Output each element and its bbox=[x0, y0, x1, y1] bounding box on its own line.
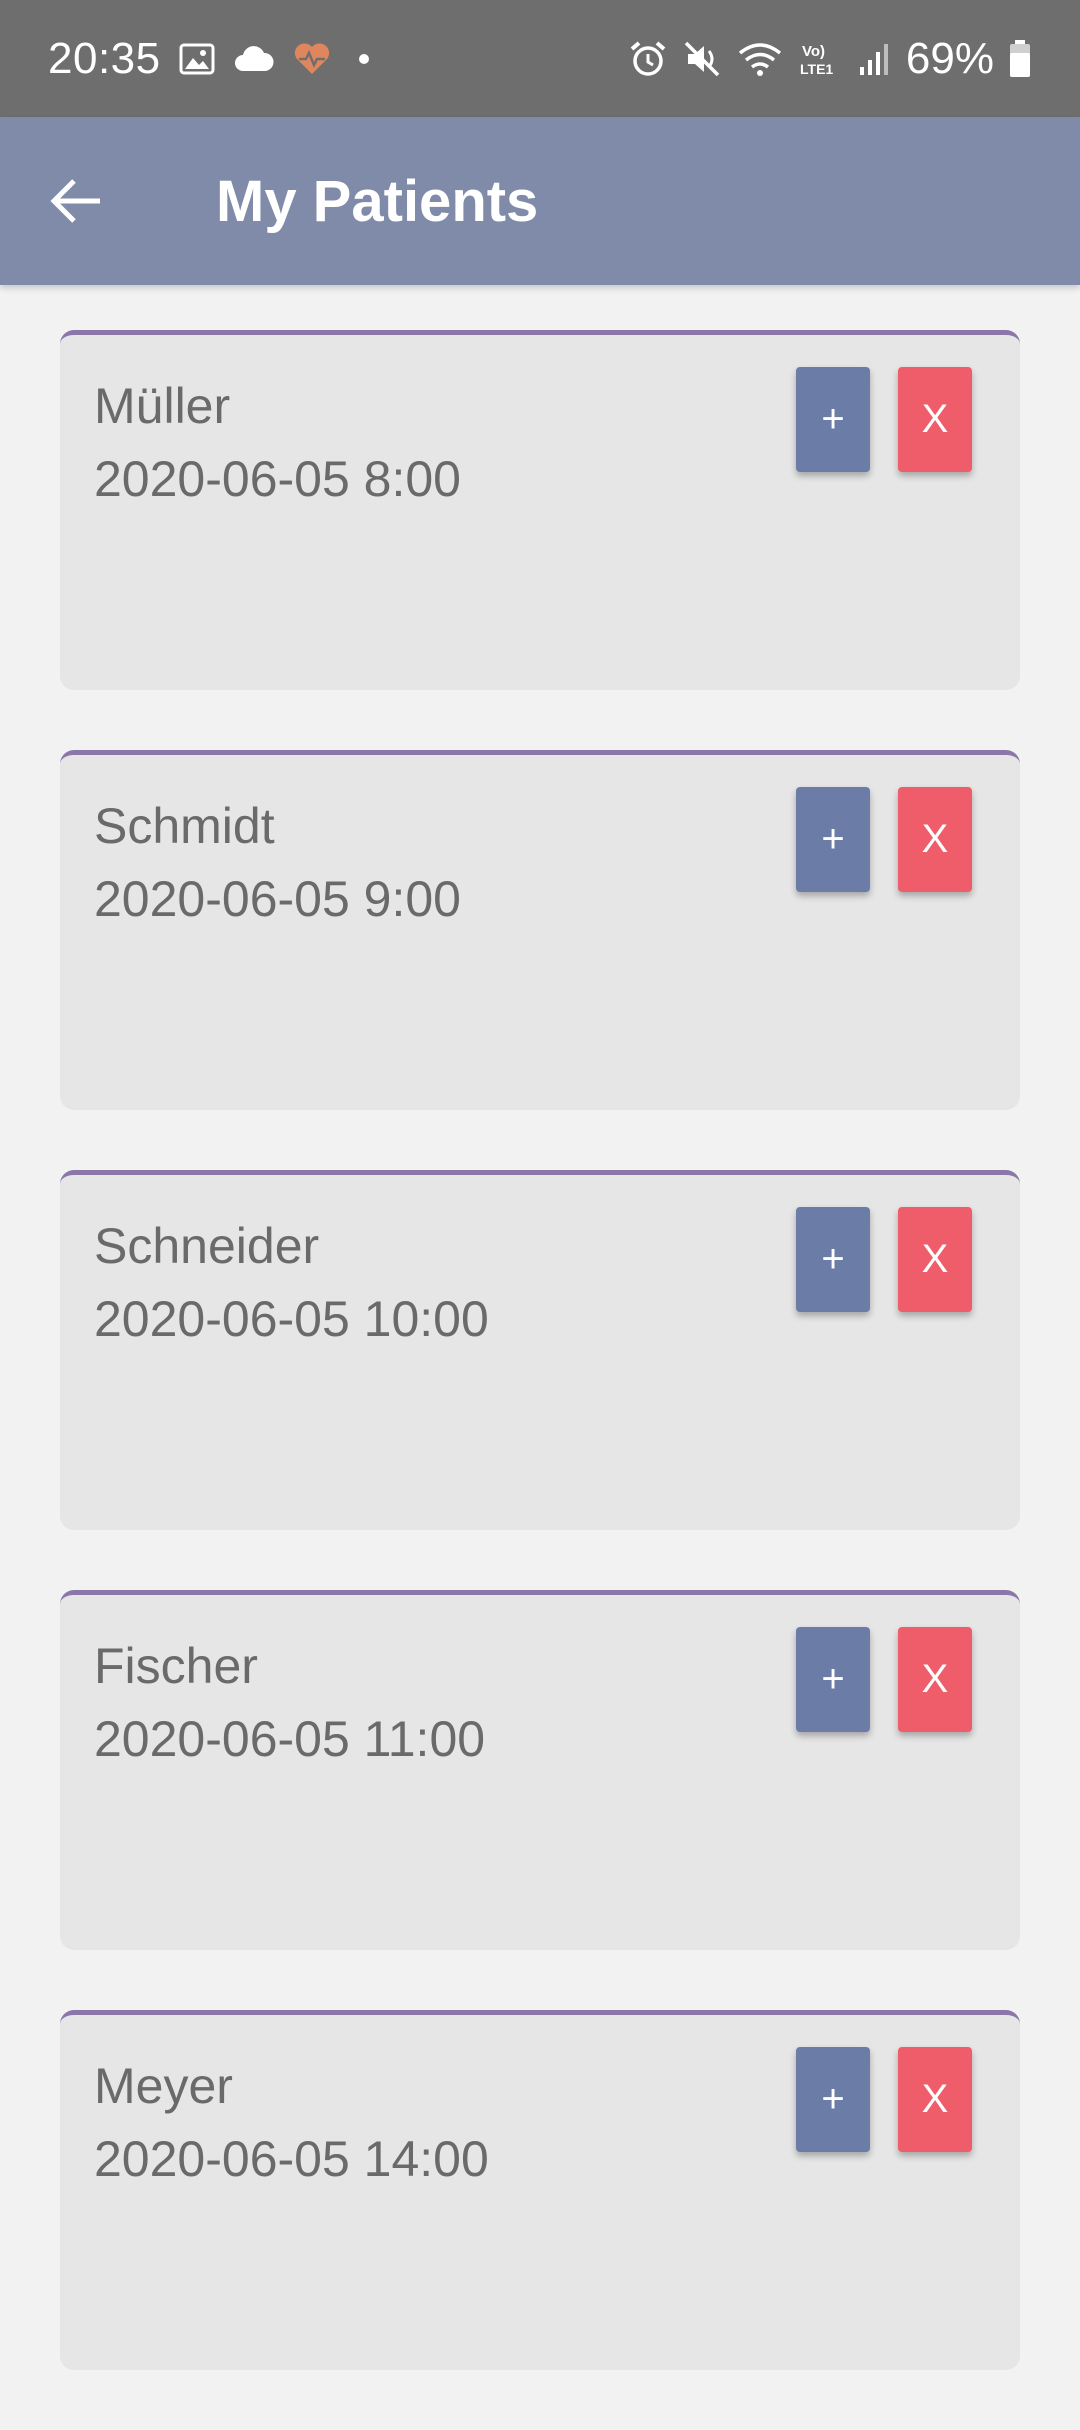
app-bar: My Patients bbox=[0, 117, 1080, 285]
remove-button[interactable]: X bbox=[898, 2047, 972, 2152]
add-button[interactable]: + bbox=[796, 367, 870, 472]
remove-button[interactable]: X bbox=[898, 1207, 972, 1312]
alarm-icon bbox=[628, 39, 668, 79]
patient-name: Fischer bbox=[94, 1638, 258, 1694]
add-button[interactable]: + bbox=[796, 787, 870, 892]
dot-icon bbox=[349, 49, 379, 69]
patient-name: Schmidt bbox=[94, 798, 275, 854]
svg-text:Vo): Vo) bbox=[802, 43, 825, 60]
remove-button[interactable]: X bbox=[898, 1627, 972, 1732]
patient-name: Müller bbox=[94, 378, 231, 434]
add-button[interactable]: + bbox=[796, 2047, 870, 2152]
cloud-icon bbox=[233, 45, 275, 73]
arrow-left-icon bbox=[48, 177, 104, 225]
mute-icon bbox=[682, 39, 722, 79]
status-left: 20:35 bbox=[48, 0, 379, 117]
patient-list: Müller 2020-06-05 8:00 + X Schmidt 2020-… bbox=[60, 330, 1020, 2430]
patient-name: Meyer bbox=[94, 2058, 233, 2114]
status-bar: 20:35 Vo) LTE1 69% bbox=[0, 0, 1080, 117]
patient-card: Müller 2020-06-05 8:00 + X bbox=[60, 330, 1020, 690]
svg-text:LTE1: LTE1 bbox=[800, 61, 833, 77]
status-time: 20:35 bbox=[48, 33, 161, 83]
patient-card: Fischer 2020-06-05 11:00 + X bbox=[60, 1590, 1020, 1950]
wifi-icon bbox=[736, 39, 784, 79]
add-button[interactable]: + bbox=[796, 1627, 870, 1732]
appointment-time: 2020-06-05 14:00 bbox=[94, 2131, 489, 2187]
image-icon bbox=[179, 43, 215, 75]
battery-percent: 69% bbox=[905, 33, 994, 83]
status-right: Vo) LTE1 69% bbox=[628, 0, 1032, 117]
back-button[interactable] bbox=[36, 161, 116, 241]
add-button[interactable]: + bbox=[796, 1207, 870, 1312]
heart-pulse-icon bbox=[293, 42, 331, 76]
signal-icon bbox=[858, 41, 892, 77]
remove-button[interactable]: X bbox=[898, 367, 972, 472]
appointment-time: 2020-06-05 10:00 bbox=[94, 1291, 489, 1347]
volte-icon: Vo) LTE1 bbox=[798, 39, 844, 79]
appointment-time: 2020-06-05 9:00 bbox=[94, 871, 461, 927]
appointment-time: 2020-06-05 8:00 bbox=[94, 451, 461, 507]
patient-card: Meyer 2020-06-05 14:00 + X bbox=[60, 2010, 1020, 2370]
patient-card: Schmidt 2020-06-05 9:00 + X bbox=[60, 750, 1020, 1110]
battery-icon bbox=[1008, 39, 1032, 79]
patient-name: Schneider bbox=[94, 1218, 320, 1274]
page-title: My Patients bbox=[216, 168, 539, 234]
remove-button[interactable]: X bbox=[898, 787, 972, 892]
appointment-time: 2020-06-05 11:00 bbox=[94, 1711, 486, 1767]
patient-card: Schneider 2020-06-05 10:00 + X bbox=[60, 1170, 1020, 1530]
